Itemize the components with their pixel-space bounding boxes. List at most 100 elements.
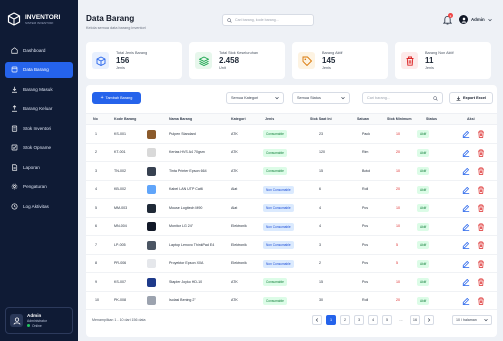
delete-icon[interactable]: [477, 130, 485, 138]
next-page-button[interactable]: [424, 315, 434, 325]
item-thumbnail: [147, 148, 156, 157]
column-header: Satuan: [357, 117, 369, 121]
tag-icon: [302, 56, 312, 66]
category-filter-value: Semua Kategori: [231, 96, 259, 100]
sidebar-item-pengaturan[interactable]: Pengaturan: [5, 179, 73, 195]
item-min-stock: 5: [396, 242, 398, 247]
item-stock: 4: [319, 224, 321, 228]
delete-icon[interactable]: [477, 296, 485, 305]
sidebar-item-label: Stok Opname: [23, 145, 52, 150]
total-types-card: Total Jenis Barang 156 Jenis: [86, 42, 182, 79]
table-row: 1 KS-001 Pulpen Standard ATK Consumable 23 Pac…: [86, 125, 497, 144]
column-header: Aksi: [467, 117, 475, 121]
sidebar-item-log-aktivitas[interactable]: Log Aktivitas: [5, 198, 73, 214]
brand-subtitle: SISTEM INVENTORI: [25, 20, 54, 25]
item-unit: Pcs: [362, 261, 368, 265]
item-unit: Botol: [362, 168, 371, 173]
data-panel: + Tambah Barang Semua Kategori Semua Sta…: [86, 85, 497, 337]
status-filter-select[interactable]: Semua Status: [292, 92, 350, 104]
pagination: 1 2 3 4 5... 16: [312, 315, 434, 325]
delete-icon[interactable]: [477, 278, 485, 286]
category-filter-select[interactable]: Semua Kategori: [226, 92, 284, 104]
card-unit: Jenis: [322, 65, 331, 70]
edit-icon[interactable]: [462, 186, 470, 194]
status-filter-value: Semua Status: [297, 96, 321, 100]
trash-icon: [406, 56, 413, 66]
item-code: PR-006: [114, 261, 127, 265]
row-number: 6: [95, 224, 97, 228]
item-unit: Pcs: [362, 205, 368, 210]
page-button[interactable]: 16: [410, 315, 420, 325]
delete-icon[interactable]: [477, 241, 485, 249]
item-unit: Pcs: [362, 242, 368, 247]
item-min-stock: 10: [396, 224, 400, 228]
item-name: Tinta Printer Epson 664: [169, 168, 207, 173]
item-name: Isolasi Bening 2": [169, 298, 196, 302]
sidebar-item-data-barang[interactable]: Data Barang: [5, 61, 73, 78]
edit-icon[interactable]: [462, 278, 470, 286]
table-search-input[interactable]: Cari barang...: [362, 92, 443, 104]
item-name: Kertas HVS A4 70gsm: [169, 150, 205, 154]
search-icon: [227, 17, 232, 23]
table-row: 3 TN-002 Tinta Printer Epson 664 ATK Consuma…: [86, 162, 497, 181]
edit-icon[interactable]: [462, 204, 470, 212]
edit-icon[interactable]: [462, 149, 470, 157]
delete-icon[interactable]: [477, 259, 485, 268]
item-thumbnail: [147, 222, 156, 231]
delete-icon[interactable]: [477, 185, 485, 194]
export-excel-button[interactable]: Export Excel: [449, 92, 493, 104]
edit-icon[interactable]: [462, 130, 470, 138]
download-icon: [456, 96, 461, 101]
user-profile[interactable]: Admin Administrator Online: [5, 307, 73, 334]
edit-icon[interactable]: [462, 223, 470, 231]
delete-icon[interactable]: [477, 222, 485, 231]
item-type-badge: Consumable: [263, 130, 287, 138]
card-value: 2.458: [219, 55, 240, 65]
page-button[interactable]: 5: [382, 315, 392, 325]
status-badge: Aktif: [417, 167, 430, 175]
per-page-value: 10 / halaman: [456, 318, 477, 322]
delete-icon[interactable]: [477, 167, 485, 175]
page-button[interactable]: 2: [340, 315, 350, 325]
item-stock: 4: [319, 205, 321, 210]
edit-icon[interactable]: [462, 167, 470, 175]
delete-icon[interactable]: [477, 204, 485, 212]
page-button[interactable]: 4: [368, 315, 378, 325]
page-button[interactable]: 1: [326, 315, 336, 325]
sidebar-item-stok-opname[interactable]: Stok Opname: [5, 140, 73, 156]
card-icon-wrap: [92, 52, 109, 69]
user-icon: [461, 17, 466, 23]
admin-menu[interactable]: Admin: [459, 15, 492, 24]
per-page-select[interactable]: 10 / halaman: [452, 315, 492, 325]
item-min-stock: 10: [396, 205, 400, 210]
export-excel-label: Export Excel: [462, 96, 486, 100]
edit-icon[interactable]: [462, 260, 470, 268]
item-stock: 3: [319, 242, 321, 247]
sidebar-item-label: Data Barang: [23, 67, 49, 72]
prev-page-button[interactable]: [312, 315, 322, 325]
global-search-input[interactable]: Cari barang, kode barang...: [222, 14, 314, 26]
item-category: Alat: [231, 187, 238, 191]
edit-icon[interactable]: [462, 297, 470, 305]
row-number: 3: [95, 168, 97, 173]
table-row: 8 PR-006 Proyektor Epson X0A Elektronik Non …: [86, 255, 497, 273]
item-min-stock: 20: [396, 298, 400, 302]
chevron-down-icon: [487, 18, 492, 21]
upload-icon: [12, 105, 17, 112]
sidebar-item-label: Barang Masuk: [23, 86, 53, 92]
sidebar-item-laporan[interactable]: Laporan: [5, 159, 73, 175]
edit-icon[interactable]: [462, 241, 470, 249]
row-number: 9: [95, 279, 97, 284]
delete-icon[interactable]: [477, 148, 485, 157]
sidebar-item-dashboard[interactable]: Dashboard: [5, 42, 73, 58]
sidebar-item-barang-masuk[interactable]: Barang Masuk: [5, 81, 73, 97]
add-item-button[interactable]: + Tambah Barang: [92, 92, 141, 104]
user-status-text: Online: [32, 323, 42, 328]
sidebar-item-barang-keluar[interactable]: Barang Keluar: [5, 101, 73, 117]
download-icon: [12, 86, 17, 93]
sidebar-item-stok-inventori[interactable]: Stok Inventori: [5, 120, 73, 136]
item-code: MN-004: [114, 224, 127, 228]
page-button[interactable]: 3: [354, 315, 364, 325]
notification-badge: 3: [448, 13, 453, 18]
item-type-badge: Non Consumable: [263, 222, 294, 231]
